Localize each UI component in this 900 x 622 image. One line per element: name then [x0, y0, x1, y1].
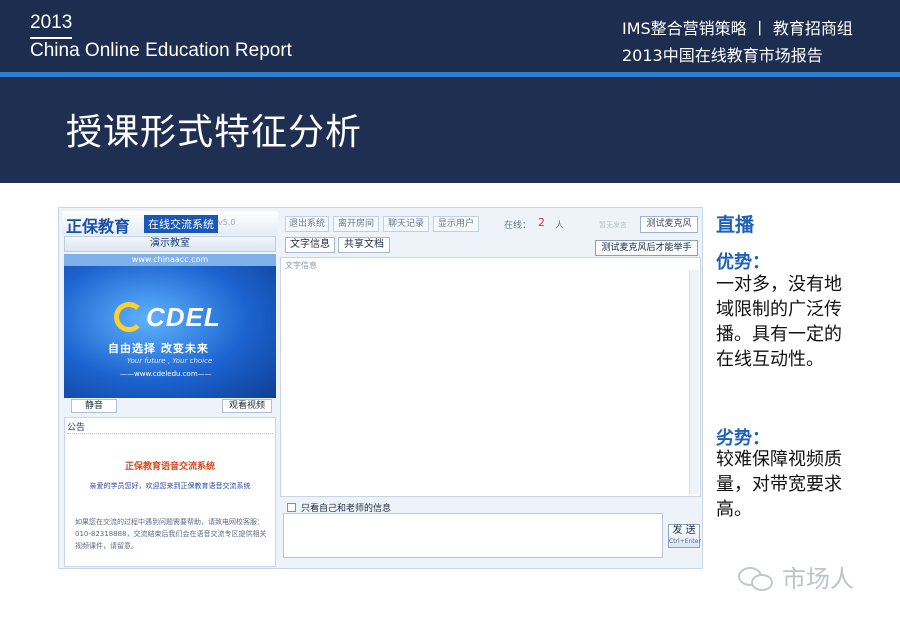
online-label: 在线： [504, 221, 532, 231]
cdel-swirl-icon [114, 302, 144, 332]
live-classroom-screenshot: 正保教育 在线交流系统 v5.0 退出系统 离开房间 聊天记录 显示用户 在线：… [58, 207, 703, 569]
notice-divider [67, 433, 273, 434]
leave-room-button[interactable]: 离开房间 [333, 216, 379, 232]
app-brand-bar: 正保教育 在线交流系统 v5.0 [62, 211, 278, 236]
send-shortcut-hint: Ctrl+Enter [669, 538, 701, 545]
send-button[interactable]: 发 送 Ctrl+Enter [668, 524, 701, 548]
mic-test-button[interactable]: 测试麦克风 [640, 216, 698, 233]
brand-version: v5.0 [218, 218, 236, 227]
pros-text: 一对多，没有地域限制的广泛传播。具有一定的在线互动性。 [716, 274, 842, 370]
pros-heading: 优势： [716, 252, 770, 273]
mute-button[interactable]: 静音 [71, 399, 117, 413]
brand-name: 正保教育 [66, 217, 131, 236]
tab-text-info[interactable]: 文字信息 [285, 237, 335, 253]
wechat-icon [738, 565, 776, 591]
notice-heading: 公告 [67, 423, 86, 433]
header-report-label: 2013中国在线教育市场报告 [622, 46, 823, 65]
video-slogan-en: Your future , Your choice [127, 357, 213, 365]
exit-system-button[interactable]: 退出系统 [285, 216, 329, 232]
chat-area-heading: 文字信息 [285, 261, 317, 270]
chat-history-button[interactable]: 聊天记录 [383, 216, 429, 232]
video-slogan: 自由选择 改变未来 [108, 342, 209, 355]
report-year: 2013 [30, 12, 73, 33]
notice-welcome: 亲爱的学员您好，欢迎您来到正保教育语音交流系统 [89, 482, 251, 490]
video-background: CDEL 自由选择 改变未来 Your future , Your choice… [64, 266, 276, 398]
raise-hand-hint-button[interactable]: 测试麦克风后才能举手 [595, 240, 698, 256]
show-users-button[interactable]: 显示用户 [433, 216, 479, 232]
live-heading: 直播 [716, 214, 755, 236]
cons-text: 较难保障视频质量，对带宽要求高。 [716, 449, 842, 520]
video-url-top: www.chinaacc.com [64, 254, 276, 266]
only-mine-checkbox[interactable] [287, 503, 296, 512]
year-underline [30, 37, 72, 39]
watch-video-button[interactable]: 观看视频 [222, 399, 272, 413]
tab-shared-docs[interactable]: 共享文档 [338, 237, 390, 253]
chat-scrollbar[interactable] [689, 270, 699, 494]
cdel-logo-text: CDEL [146, 302, 221, 332]
header-team-label: IMS整合营销策略 丨 教育招商组 [622, 19, 853, 38]
brand-subtitle: 在线交流系统 [144, 215, 218, 233]
demo-classroom-label: 演示教室 [64, 236, 276, 252]
status-hint: 暂无发言 [599, 221, 627, 229]
watermark: 市场人 [738, 559, 854, 594]
notice-title: 正保教育语音交流系统 [124, 462, 215, 472]
notice-panel: 公告 正保教育语音交流系统 亲爱的学员您好，欢迎您来到正保教育语音交流系统 如果… [64, 417, 276, 567]
slide-title: 授课形式特征分析 [66, 112, 363, 153]
cdel-logo: CDEL [114, 302, 232, 332]
message-input[interactable] [283, 513, 663, 558]
report-title: China Online Education Report [30, 40, 292, 61]
watermark-text: 市场人 [782, 565, 854, 593]
online-unit: 人 [555, 221, 565, 231]
send-label: 发 送 [672, 525, 696, 536]
chat-message-area[interactable]: 文字信息 [280, 257, 701, 497]
notice-body: 如果您在交流的过程中遇到问题需要帮助，请致电网校客服：010-82318888，… [75, 518, 267, 550]
video-player[interactable]: www.chinaacc.com CDEL 自由选择 改变未来 Your fut… [64, 254, 276, 398]
video-url-bottom: ——www.cdeledu.com—— [120, 370, 212, 378]
online-count: 2 [538, 216, 545, 229]
